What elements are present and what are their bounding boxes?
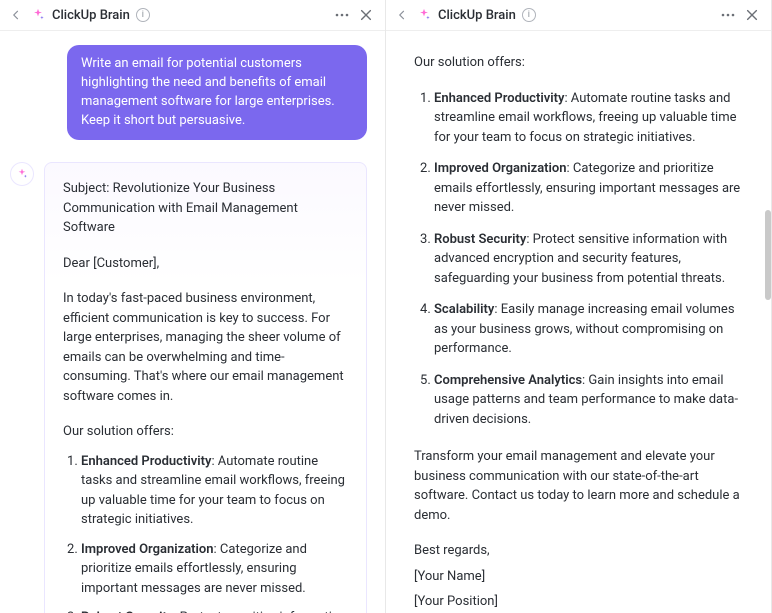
- info-icon[interactable]: i: [522, 8, 536, 22]
- right-pane-header: ClickUp Brain i: [386, 0, 771, 31]
- offers-label: Our solution offers:: [63, 422, 348, 442]
- list-item: Comprehensive Analytics: Gain insights i…: [434, 371, 747, 430]
- benefits-list-left: Enhanced Productivity: Automate routine …: [63, 452, 348, 613]
- signoff: Best regards,: [414, 541, 747, 561]
- right-pane: ClickUp Brain i Our solution offers: Enh…: [386, 0, 772, 613]
- sig-name: [Your Name]: [414, 567, 747, 587]
- list-item: Enhanced Productivity: Automate routine …: [434, 89, 747, 148]
- email-intro: In today's fast-paced business environme…: [63, 289, 348, 406]
- right-scroll-area[interactable]: Our solution offers: Enhanced Productivi…: [386, 31, 771, 613]
- list-item: Enhanced Productivity: Automate routine …: [81, 452, 348, 530]
- pane-title: ClickUp Brain: [52, 8, 130, 23]
- list-item: Robust Security: Protect sensitive infor…: [81, 608, 348, 613]
- close-icon[interactable]: [357, 6, 375, 24]
- window-scrollbar[interactable]: [765, 30, 771, 583]
- left-scroll-area[interactable]: Write an email for potential customers h…: [0, 31, 385, 613]
- sig-position: [Your Position]: [414, 592, 747, 612]
- list-item: Improved Organization: Categorize and pr…: [81, 540, 348, 599]
- pane-title: ClickUp Brain: [438, 8, 516, 23]
- offers-label: Our solution offers:: [414, 53, 747, 73]
- list-item: Robust Security: Protect sensitive infor…: [434, 230, 747, 289]
- brain-sparkle-icon: [416, 7, 432, 23]
- list-item: Improved Organization: Categorize and pr…: [434, 159, 747, 218]
- brain-sparkle-icon: [30, 7, 46, 23]
- info-icon[interactable]: i: [136, 8, 150, 22]
- back-icon[interactable]: [394, 7, 410, 23]
- user-prompt-bubble: Write an email for potential customers h…: [67, 45, 367, 140]
- ai-reply-card: Subject: Revolutionize Your Business Com…: [44, 162, 367, 613]
- close-icon[interactable]: [743, 6, 761, 24]
- cta-paragraph: Transform your email management and elev…: [414, 447, 747, 525]
- list-item: Scalability: Easily manage increasing em…: [434, 300, 747, 359]
- more-icon[interactable]: [719, 6, 737, 24]
- benefits-list-right: Enhanced Productivity: Automate routine …: [414, 89, 747, 430]
- more-icon[interactable]: [333, 6, 351, 24]
- email-greeting: Dear [Customer],: [63, 254, 348, 274]
- left-pane-header: ClickUp Brain i: [0, 0, 385, 31]
- email-subject: Subject: Revolutionize Your Business Com…: [63, 179, 348, 238]
- back-icon[interactable]: [8, 7, 24, 23]
- ai-avatar: [10, 162, 34, 186]
- left-pane: ClickUp Brain i Write an email for poten…: [0, 0, 386, 613]
